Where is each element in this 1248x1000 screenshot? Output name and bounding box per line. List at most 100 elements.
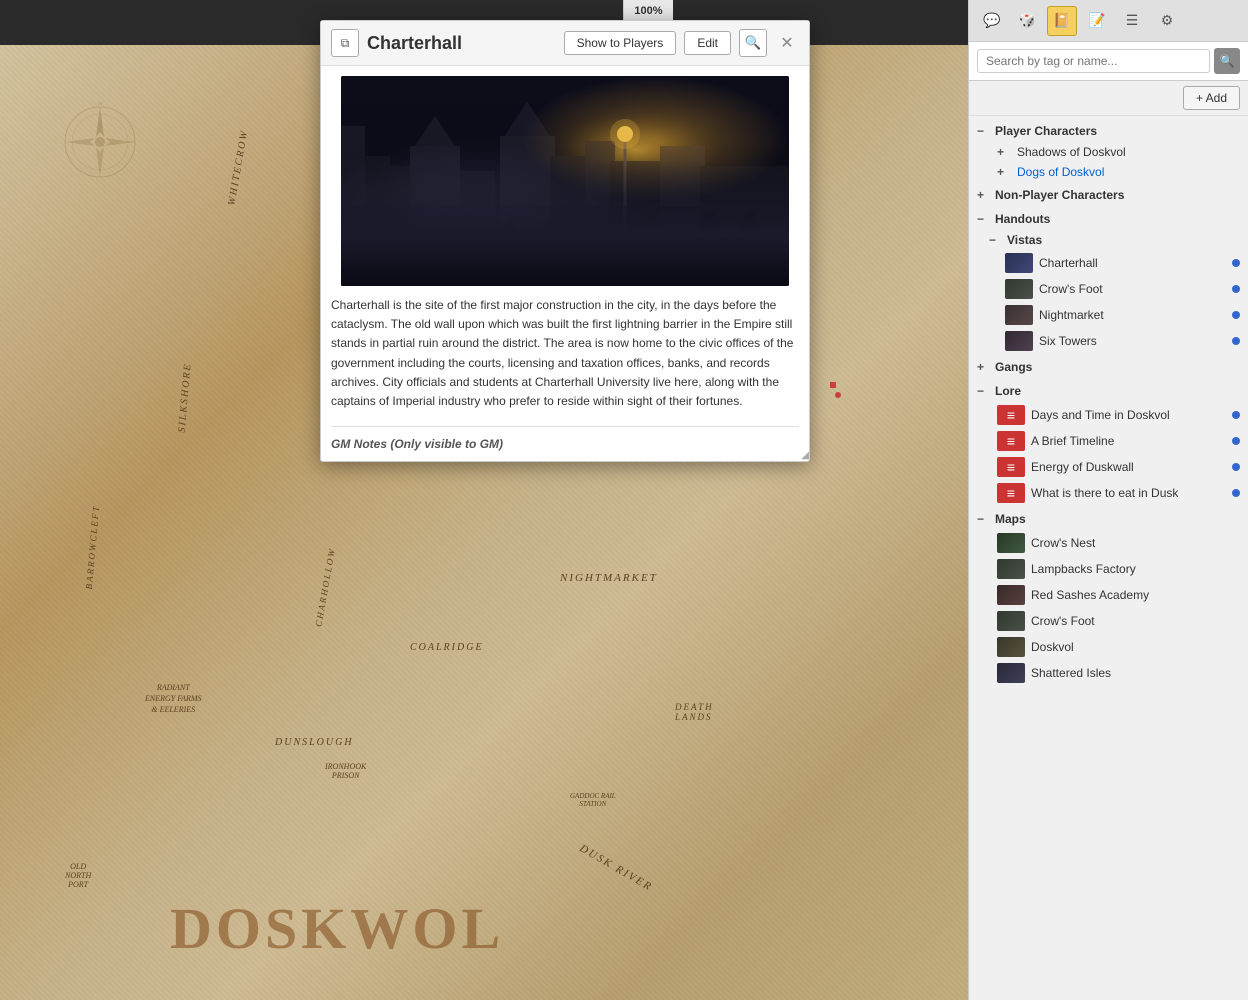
sidebar-item-days[interactable]: Days and Time in Doskvol [981,402,1248,428]
section-maps: − Maps Crow's Nest Lampbacks Factory Red… [969,508,1248,686]
vistas-children: Charterhall Crow's Foot Nightmarket [981,250,1248,354]
days-dot [1232,411,1240,419]
section-handouts-header[interactable]: − Handouts [969,208,1248,230]
sidebar-item-timeline[interactable]: A Brief Timeline [981,428,1248,454]
text-icon-button[interactable]: 📝 [1082,6,1112,36]
sidebar: 💬 🎲 📔 📝 ☰ ⚙ 🔍 + Add − Player Characters … [968,0,1248,1000]
maps-children: Crow's Nest Lampbacks Factory Red Sashes… [969,530,1248,686]
timeline-icon [997,431,1025,451]
sidebar-item-dogs[interactable]: + Dogs of Doskvol [981,162,1248,182]
map-marker-2 [835,392,841,398]
doskvol-title: DOSKWOL [170,895,504,962]
charterhall-dot [1232,259,1240,267]
popup-title: Charterhall [367,33,556,54]
popup-resize-handle[interactable]: ◢ [797,449,809,461]
map-label-oldnorth: OldNorthPort [65,862,91,889]
nightmarket-label: Nightmarket [1039,308,1104,322]
map-label-charhollow: CHARHOLLOW [313,546,337,627]
redsashes-thumb [997,585,1025,605]
sidebar-item-shattered-isles[interactable]: Shattered Isles [981,660,1248,686]
nightmarket-dot [1232,311,1240,319]
sidebar-search-input[interactable] [977,49,1210,73]
shattered-label: Shattered Isles [1031,666,1111,680]
crowsfoot-map-thumb [997,611,1025,631]
popup-window: ⧉ Charterhall Show to Players Edit 🔍 ✕ [320,20,810,462]
subsection-vistas-header[interactable]: − Vistas [981,230,1248,250]
sidebar-search-button[interactable]: 🔍 [1214,48,1240,74]
toggle-npc: + [977,188,991,202]
map-label-dunslough: DUNSLOUGH [275,737,354,748]
sidebar-item-sixtowers[interactable]: Six Towers [989,328,1248,354]
map-label-nightmarket: NIGHTMARKET [560,572,658,584]
map-label-whitecrow: WHITECROW [226,129,250,207]
toggle-gangs: + [977,360,991,374]
handouts-children: − Vistas Charterhall Crow's Foot [969,230,1248,354]
sidebar-top-icons: 💬 🎲 📔 📝 ☰ ⚙ [969,0,1248,42]
sixtowers-dot [1232,337,1240,345]
popup-image [341,76,789,286]
section-player-characters-header[interactable]: − Player Characters [969,120,1248,142]
toggle-handouts: − [977,212,991,226]
zoom-percent-label: 100% [634,5,662,17]
map-marker-1 [830,382,836,388]
popup-copy-button[interactable]: ⧉ [331,29,359,57]
popup-close-button[interactable]: ✕ [775,31,799,55]
popup-header: ⧉ Charterhall Show to Players Edit 🔍 ✕ [321,21,809,66]
sidebar-search-bar: 🔍 [969,42,1248,81]
food-dot [1232,489,1240,497]
map-area[interactable]: N WHITECROW SILKSHORE BARROWCLEFT CHARHO… [0,0,968,1000]
sixtowers-label: Six Towers [1039,334,1097,348]
sidebar-item-lampbacks[interactable]: Lampbacks Factory [981,556,1248,582]
popup-search-button[interactable]: 🔍 [739,29,767,57]
sidebar-item-crows-nest[interactable]: Crow's Nest [981,530,1248,556]
journal-icon-button[interactable]: 📔 [1047,6,1077,36]
section-handouts-label: Handouts [995,212,1050,226]
section-gangs-label: Gangs [995,360,1032,374]
section-lore-header[interactable]: − Lore [969,380,1248,402]
add-entry-button[interactable]: + Add [1183,86,1240,110]
map-label-ironhook: IronhookPrison [325,762,366,780]
charterhall-thumb [1005,253,1033,273]
popup-divider [331,426,799,427]
map-label-silkshore: SILKSHORE [177,362,194,433]
sidebar-item-shadows[interactable]: + Shadows of Doskvol [981,142,1248,162]
section-maps-label: Maps [995,512,1026,526]
crowsfoot-dot [1232,285,1240,293]
map-label-duskriver: DUSK RIVER [577,842,654,893]
sidebar-item-crowsfoot[interactable]: Crow's Foot [989,276,1248,302]
redsashes-label: Red Sashes Academy [1031,588,1149,602]
section-lore: − Lore Days and Time in Doskvol A Brief … [969,380,1248,506]
lampbacks-thumb [997,559,1025,579]
section-gangs-header[interactable]: + Gangs [969,356,1248,378]
crowsfoot-label: Crow's Foot [1039,282,1103,296]
popup-body: Charterhall is the site of the first maj… [321,76,809,461]
charterhall-label: Charterhall [1039,256,1098,270]
sidebar-item-red-sashes[interactable]: Red Sashes Academy [981,582,1248,608]
sidebar-item-doskvol[interactable]: Doskvol [981,634,1248,660]
edit-button[interactable]: Edit [684,31,731,55]
energy-icon [997,457,1025,477]
doskvol-label: Doskvol [1031,640,1074,654]
section-player-characters: − Player Characters + Shadows of Doskvol… [969,120,1248,182]
sidebar-item-food[interactable]: What is there to eat in Dusk [981,480,1248,506]
section-maps-header[interactable]: − Maps [969,508,1248,530]
toggle-maps: − [977,512,991,526]
sixtowers-thumb [1005,331,1033,351]
section-npc: + Non-Player Characters [969,184,1248,206]
dice-icon-button[interactable]: 🎲 [1012,6,1042,36]
list-icon-button[interactable]: ☰ [1117,6,1147,36]
show-to-players-button[interactable]: Show to Players [564,31,677,55]
chat-icon-button[interactable]: 💬 [977,6,1007,36]
shadows-label: Shadows of Doskvol [1017,145,1126,159]
sidebar-item-charterhall[interactable]: Charterhall [989,250,1248,276]
sidebar-item-nightmarket[interactable]: Nightmarket [989,302,1248,328]
sidebar-item-crows-foot-map[interactable]: Crow's Foot [981,608,1248,634]
lore-children: Days and Time in Doskvol A Brief Timelin… [969,402,1248,506]
crowsnest-label: Crow's Nest [1031,536,1095,550]
map-label-radiant: RADIANTENERGY FARMS& EELERIES [145,682,202,716]
section-npc-header[interactable]: + Non-Player Characters [969,184,1248,206]
settings-icon-button[interactable]: ⚙ [1152,6,1182,36]
energy-dot [1232,463,1240,471]
sidebar-item-energy[interactable]: Energy of Duskwall [981,454,1248,480]
toggle-lore: − [977,384,991,398]
